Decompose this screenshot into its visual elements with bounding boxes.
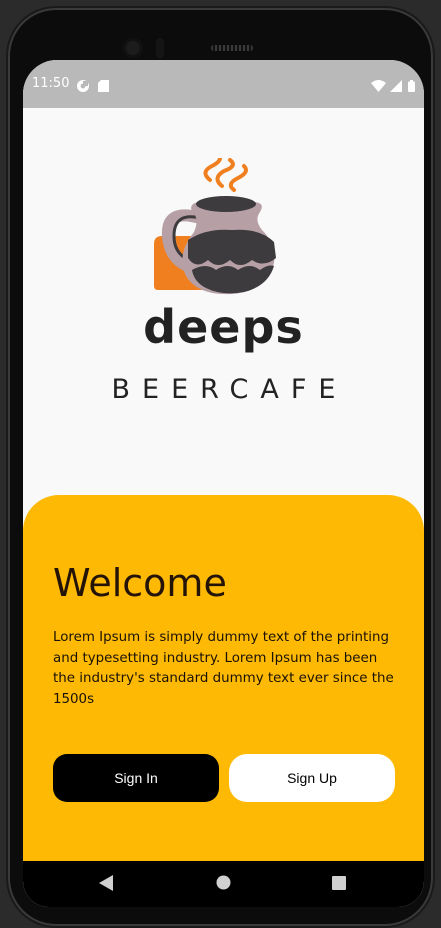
cafe-logo-jug-icon xyxy=(148,152,288,298)
sd-card-icon xyxy=(98,77,109,96)
navigation-bar xyxy=(23,861,424,907)
back-icon[interactable] xyxy=(99,875,113,895)
brand-name: deeps xyxy=(143,300,304,354)
status-time: 11:50 xyxy=(32,76,70,91)
brand-tagline: BEERCAFE xyxy=(111,374,348,405)
app-screen: 11:50 deeps BEERCAFE Welcome Lorem Ipsum… xyxy=(23,60,424,907)
sign-up-button[interactable]: Sign Up xyxy=(229,754,395,802)
signal-icon xyxy=(390,77,402,96)
wifi-icon xyxy=(371,77,386,96)
status-bar: 11:50 xyxy=(23,60,424,108)
earpiece-speaker xyxy=(211,45,253,51)
notification-app-icon xyxy=(77,77,89,96)
welcome-description: Lorem Ipsum is simply dummy text of the … xyxy=(53,630,394,707)
welcome-title: Welcome xyxy=(53,561,227,605)
recents-icon[interactable] xyxy=(332,875,346,894)
sign-in-button[interactable]: Sign In xyxy=(53,754,219,802)
proximity-sensor xyxy=(156,38,164,58)
battery-icon xyxy=(408,77,415,96)
front-camera xyxy=(123,38,143,58)
home-icon[interactable] xyxy=(216,875,231,894)
welcome-panel: Welcome Lorem Ipsum is simply dummy text… xyxy=(23,495,424,865)
